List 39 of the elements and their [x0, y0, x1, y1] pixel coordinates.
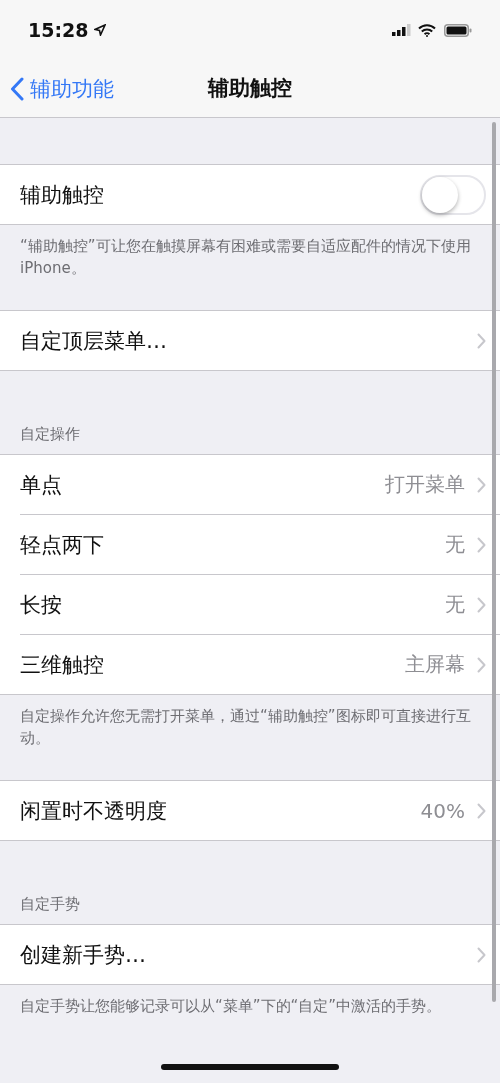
- row-label: 轻点两下: [20, 531, 105, 559]
- chevron-right-icon: [477, 946, 486, 963]
- row-value: 打开菜单: [385, 471, 465, 498]
- row-label: 三维触控: [20, 651, 105, 679]
- row-label: 单点: [20, 471, 63, 499]
- signal-icon: [392, 24, 411, 36]
- back-chevron-icon: [10, 76, 24, 101]
- settings-row[interactable]: 三维触控 主屏幕: [20, 635, 500, 694]
- row-label: 长按: [20, 591, 63, 619]
- row-label: 闲置时不透明度: [20, 797, 168, 825]
- location-arrow-icon: [94, 24, 107, 36]
- chevron-right-icon: [477, 536, 486, 553]
- row-label: 自定顶层菜单…: [20, 327, 168, 355]
- back-button[interactable]: 辅助功能: [10, 60, 114, 117]
- row-value: 40%: [420, 798, 465, 823]
- row-label: 辅助触控: [20, 181, 105, 209]
- section-footer: 自定操作允许您无需打开菜单，通过“辅助触控”图标即可直接进行互动。: [0, 695, 500, 749]
- section-header: 自定操作: [19, 424, 81, 445]
- section-header: 自定手势: [19, 894, 81, 915]
- battery-icon: [444, 23, 472, 37]
- chevron-right-icon: [477, 596, 486, 613]
- settings-row[interactable]: 创建新手势…: [20, 925, 500, 984]
- chevron-right-icon: [477, 802, 486, 819]
- nav-title: 辅助触控: [206, 75, 293, 102]
- toggle-switch[interactable]: [420, 174, 486, 215]
- chevron-right-icon: [477, 656, 486, 673]
- settings-row[interactable]: 闲置时不透明度 40%: [20, 781, 500, 840]
- row-value: 主屏幕: [405, 651, 465, 678]
- settings-row[interactable]: 自定顶层菜单…: [20, 311, 500, 370]
- settings-row[interactable]: 辅助触控: [20, 165, 500, 224]
- section-footer: 自定手势让您能够记录可以从“菜单”下的“自定”中激活的手势。: [0, 985, 500, 1039]
- wifi-icon: [418, 23, 436, 37]
- row-value: 无: [445, 591, 465, 618]
- row-label: 创建新手势…: [20, 941, 147, 969]
- status-time: 15:28: [28, 19, 89, 41]
- chevron-right-icon: [477, 332, 486, 349]
- section-footer: “辅助触控”可让您在触摸屏幕有困难或需要自适应配件的情况下使用 iPhone。: [0, 225, 500, 279]
- chevron-right-icon: [477, 476, 486, 493]
- row-value: 无: [445, 531, 465, 558]
